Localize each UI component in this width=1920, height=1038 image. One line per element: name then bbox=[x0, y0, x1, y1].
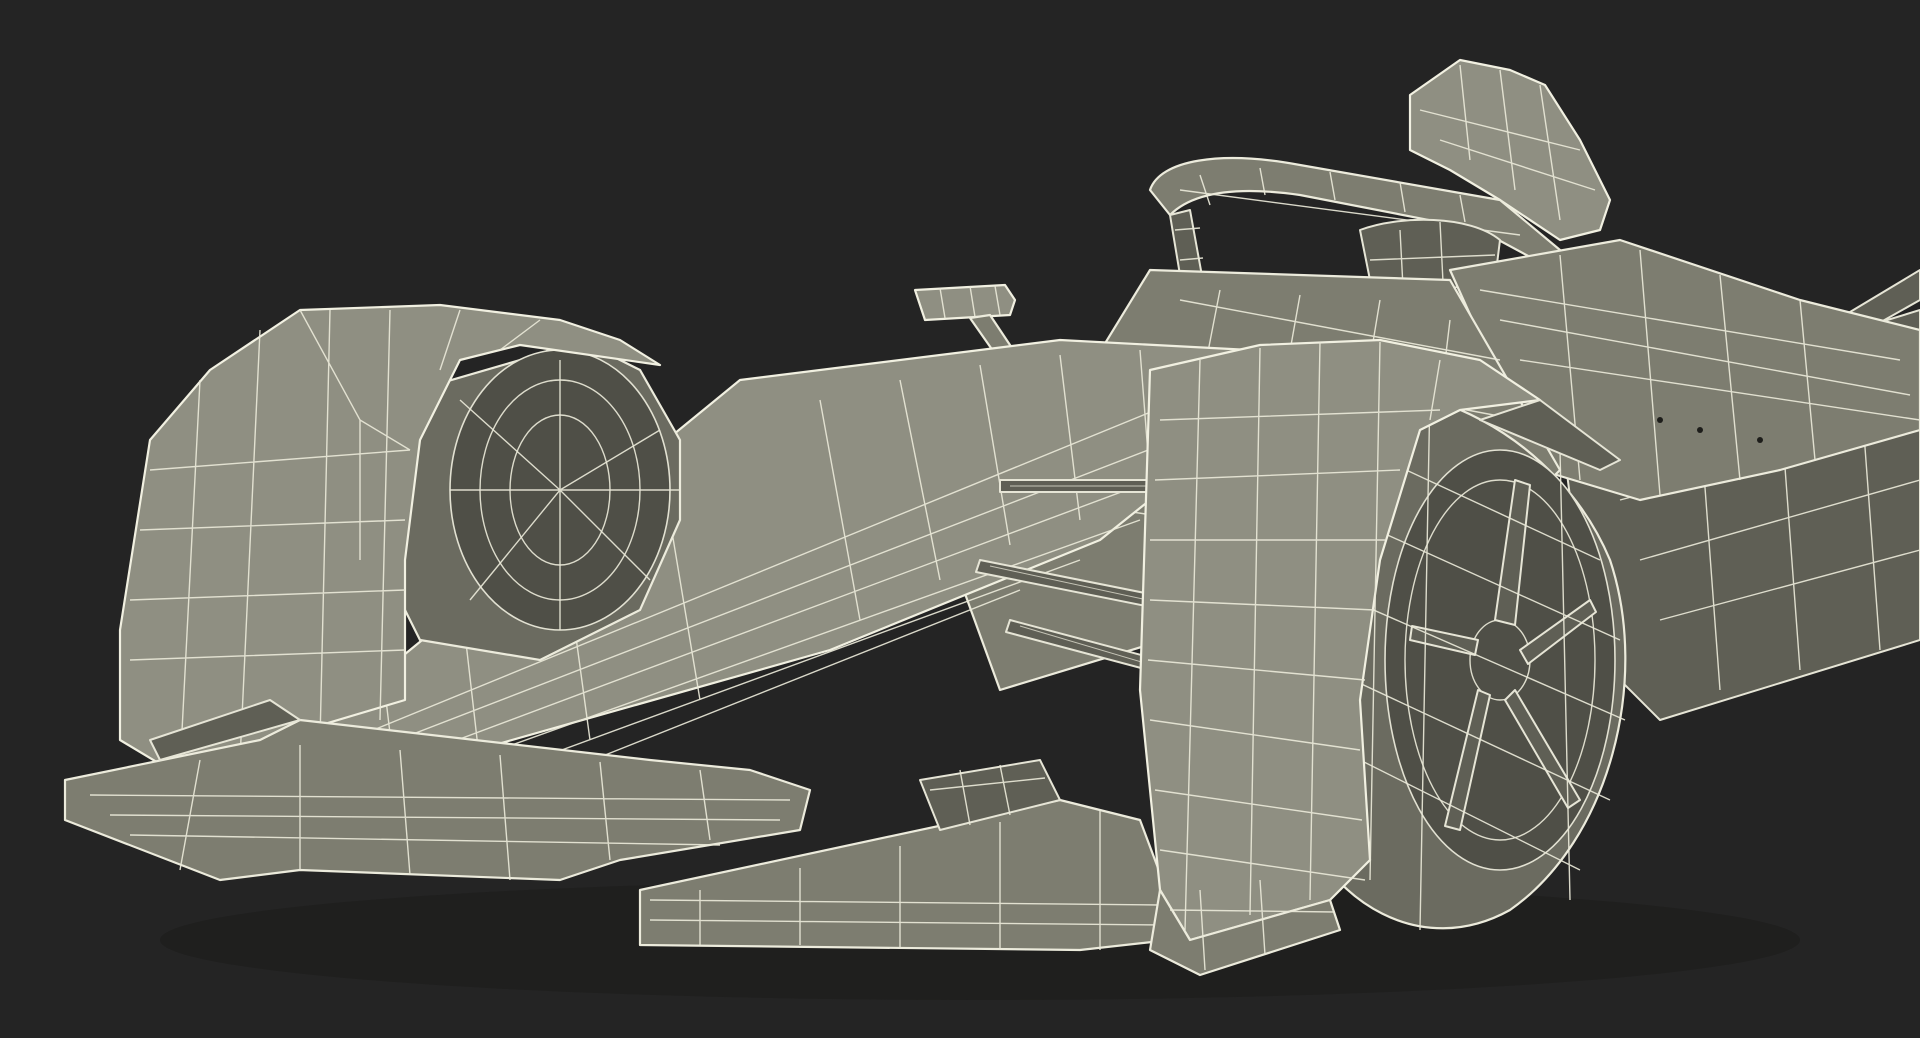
render-viewport bbox=[0, 0, 1920, 1038]
car-wireframe-render bbox=[63, 58, 1920, 1000]
